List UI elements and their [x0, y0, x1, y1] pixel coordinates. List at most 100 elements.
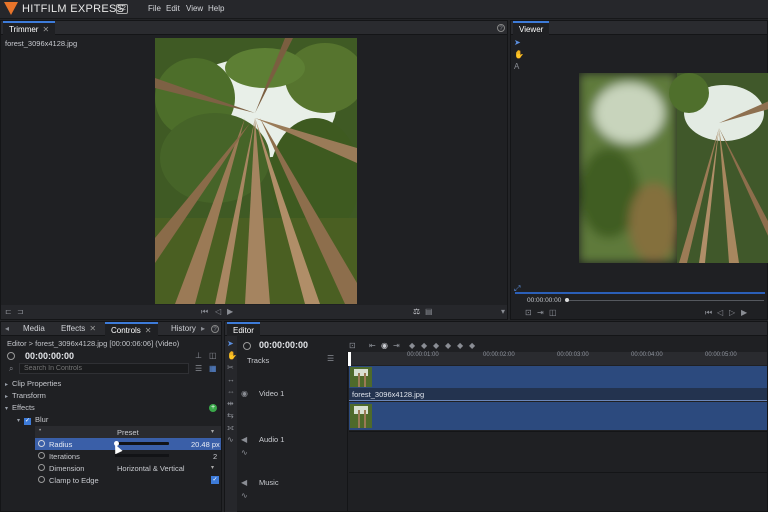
go-end-icon[interactable]: ⇥ [393, 342, 400, 350]
clamp-row[interactable]: Clamp to Edge ✓ [35, 474, 221, 486]
ripple-tool-icon[interactable]: ⇆ [227, 412, 234, 420]
marker-icon[interactable]: ◆ [409, 342, 415, 350]
iterations-slider[interactable] [115, 454, 169, 457]
track-menu-icon[interactable]: ☰ [327, 355, 334, 363]
play-icon[interactable]: ▶ [227, 308, 233, 316]
remove-marker-icon[interactable]: ◆ [457, 342, 463, 350]
tab-trimmer[interactable]: Trimmer ✕ [3, 21, 56, 35]
tab-effects[interactable]: Effects ✕ [55, 322, 102, 336]
out-point-icon[interactable]: ⊐ [17, 308, 24, 316]
list-view-icon[interactable]: ☰ [195, 365, 202, 373]
in-point-icon[interactable]: ⊏ [5, 308, 12, 316]
speaker-icon[interactable]: ◀ [241, 436, 247, 444]
tab-editor[interactable]: Editor [227, 322, 260, 336]
dimension-row[interactable]: Dimension Horizontal & Vertical ▾ [35, 462, 221, 474]
out-marker-icon[interactable]: ◆ [433, 342, 439, 350]
step-back-icon[interactable]: ⏮ [201, 308, 208, 316]
editor-timecode[interactable]: 00:00:00:00 [259, 340, 308, 350]
radius-value[interactable]: 20.48 px [191, 440, 220, 449]
clip-properties-row[interactable]: ▸ Clip Properties [1, 378, 221, 390]
tab-viewer[interactable]: Viewer [513, 21, 550, 35]
play-icon[interactable]: ▶ [741, 309, 747, 317]
menu-file[interactable]: File [148, 4, 161, 13]
link-tool-icon[interactable]: ∿ [227, 436, 234, 444]
grid-view-icon[interactable]: ▦ [209, 365, 217, 373]
select-tool-icon[interactable]: ➤ [514, 39, 521, 47]
in-marker-icon[interactable]: ◆ [421, 342, 427, 350]
hand-tool-icon[interactable]: ✋ [514, 51, 524, 59]
chevron-down-icon[interactable]: ▾ [211, 464, 214, 471]
clear-markers-icon[interactable]: ◆ [469, 342, 475, 350]
chevron-down-icon[interactable]: ▾ [211, 428, 214, 435]
add-marker-icon[interactable]: ◆ [445, 342, 451, 350]
visibility-eye-icon[interactable]: ◉ [241, 390, 248, 398]
record-icon[interactable]: ◉ [381, 342, 388, 350]
prev-frame-icon[interactable]: ◁ [215, 308, 221, 316]
radius-row[interactable]: Radius 20.48 px [35, 438, 221, 450]
audio-wave-icon[interactable]: ∿ [241, 492, 248, 500]
clamp-checkbox[interactable]: ✓ [211, 476, 219, 484]
close-icon[interactable]: ✕ [42, 25, 49, 34]
scrubber-handle[interactable] [565, 298, 569, 302]
timeline-ruler[interactable]: 00:00:01:00 00:00:02:00 00:00:03:00 00:0… [349, 352, 767, 365]
snap-icon[interactable]: ⊡ [349, 342, 356, 350]
blur-effect-row[interactable]: ▾ ✓ Blur [1, 414, 221, 426]
speaker-icon[interactable]: ◀ [241, 479, 247, 487]
tab-scroll-left-icon[interactable]: ◂ [5, 325, 9, 333]
slip-tool-icon[interactable]: ↔ [227, 376, 235, 384]
close-icon[interactable]: ✕ [145, 326, 152, 335]
effects-row[interactable]: ▾ Effects [1, 402, 221, 414]
keyframe-icon[interactable] [38, 476, 45, 483]
slide-tool-icon[interactable]: ⇔ [227, 388, 235, 396]
razor-tool-icon[interactable]: ✂ [227, 364, 234, 372]
tab-controls[interactable]: Controls ✕ [105, 322, 158, 336]
pin-icon[interactable]: ⊥ [195, 352, 202, 360]
playhead[interactable] [348, 352, 351, 366]
select-tool-icon[interactable]: ➤ [227, 340, 234, 348]
controls-timecode[interactable]: 00:00:00:00 [25, 351, 74, 361]
keyframe-icon[interactable] [38, 452, 45, 459]
keyframe-icon[interactable] [38, 440, 45, 447]
expand-icon[interactable]: ▸ [5, 382, 8, 388]
menu-help[interactable]: Help [208, 4, 224, 13]
video-clip-lower[interactable] [349, 402, 767, 430]
overlay-icon[interactable]: ◫ [549, 309, 557, 317]
go-start-icon[interactable]: ⇤ [369, 342, 376, 350]
iterations-row[interactable]: Iterations 2 [35, 450, 221, 462]
viewer-scrubber[interactable] [569, 300, 764, 301]
expand-icon[interactable]: ▾ [501, 308, 505, 316]
menu-view[interactable]: View [186, 4, 203, 13]
expand-icon[interactable]: ▸ [5, 394, 8, 400]
text-tool-icon[interactable]: A [514, 63, 519, 71]
radius-slider[interactable] [115, 442, 169, 445]
video-clip-upper[interactable] [349, 366, 767, 388]
add-effect-icon[interactable]: + [209, 404, 217, 412]
next-frame-icon[interactable]: ▷ [729, 309, 735, 317]
iterations-value[interactable]: 2 [213, 452, 217, 461]
collapse-icon[interactable]: ▾ [17, 418, 20, 424]
audio-wave-icon[interactable]: ∿ [241, 449, 248, 457]
collapse-icon[interactable]: ▾ [5, 406, 8, 412]
step-back-icon[interactable]: ⏮ [705, 309, 712, 317]
tab-media[interactable]: Media [17, 322, 51, 336]
video-clip-title-bar[interactable]: forest_3096x4128.jpg [349, 388, 767, 401]
options-icon[interactable]: ▤ [425, 308, 433, 316]
export-frame-icon[interactable]: ⇥ [537, 309, 544, 317]
scale-icon[interactable]: ⚖ [413, 308, 420, 316]
preset-row[interactable]: • Preset ▾ [35, 426, 221, 438]
tab-scroll-right-icon[interactable]: ▸ [201, 325, 205, 333]
dimension-select[interactable]: Horizontal & Vertical [117, 464, 185, 473]
tab-history[interactable]: History [165, 322, 202, 336]
prev-frame-icon[interactable]: ◁ [717, 309, 723, 317]
menu-edit[interactable]: Edit [166, 4, 180, 13]
search-input[interactable] [19, 363, 189, 374]
panel-options-icon[interactable]: ◫ [209, 352, 217, 360]
viewer-timebar[interactable] [515, 292, 765, 294]
close-icon[interactable]: ✕ [89, 324, 96, 333]
roll-tool-icon[interactable]: ⇹ [227, 400, 234, 408]
help-icon[interactable]: ? [497, 24, 505, 32]
transform-row[interactable]: ▸ Transform [1, 390, 221, 402]
help-icon[interactable]: ? [211, 325, 219, 333]
blur-enabled-checkbox[interactable]: ✓ [24, 418, 32, 425]
hand-tool-icon[interactable]: ✋ [227, 352, 237, 360]
